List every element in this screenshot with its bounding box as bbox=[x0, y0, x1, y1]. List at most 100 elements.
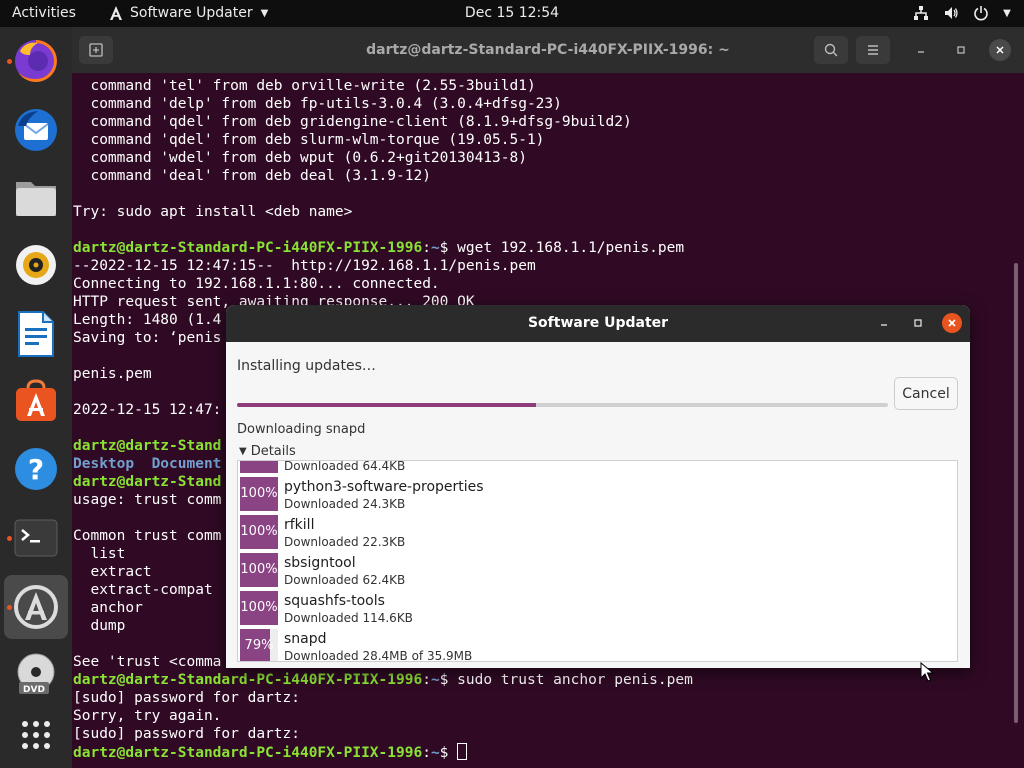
terminal-line: [sudo] password for dartz: bbox=[73, 726, 300, 742]
command-text: $ wget 192.168.1.1/penis.pem bbox=[439, 240, 685, 256]
terminal-line: command 'qdel' from deb slurm-wlm-torque… bbox=[73, 132, 545, 148]
text-cursor bbox=[457, 743, 468, 760]
dock-thunderbird[interactable] bbox=[4, 98, 68, 162]
firefox-icon bbox=[15, 40, 57, 82]
package-size: Downloaded 114.6KB bbox=[284, 611, 413, 625]
dock-libreoffice-writer[interactable] bbox=[4, 302, 68, 366]
prompt-path: ~ bbox=[430, 240, 440, 256]
terminal-title: dartz@dartz-Standard-PC-i440FX-PIIX-1996… bbox=[366, 42, 730, 58]
dialog-body: Installing updates… Cancel Downloading s… bbox=[226, 342, 970, 668]
dialog-header-bar[interactable]: Software Updater bbox=[226, 305, 970, 342]
chevron-down-icon[interactable]: ▼ bbox=[1002, 4, 1012, 22]
volume-icon[interactable] bbox=[942, 4, 960, 22]
terminal-line: Desktop Document bbox=[73, 455, 221, 473]
terminal-line: Sorry, try again. bbox=[73, 708, 222, 724]
dir-entry: Desktop bbox=[73, 456, 135, 472]
scrollbar[interactable] bbox=[1014, 263, 1018, 723]
package-name: squashfs-tools bbox=[284, 593, 385, 609]
hamburger-menu-button[interactable] bbox=[856, 36, 890, 64]
dock-terminal[interactable] bbox=[4, 506, 68, 570]
package-percent: 79% bbox=[244, 638, 274, 653]
package-progress: 100% bbox=[240, 591, 278, 625]
details-expander[interactable]: ▼ Details bbox=[239, 444, 296, 459]
running-indicator bbox=[7, 59, 12, 64]
terminal-header-bar[interactable]: dartz@dartz-Standard-PC-i440FX-PIIX-1996… bbox=[72, 27, 1024, 73]
maximize-button[interactable] bbox=[950, 39, 972, 61]
list-item: 100% python3-software-properties Downloade… bbox=[240, 476, 954, 514]
dock-firefox[interactable] bbox=[4, 29, 68, 93]
terminal-line: command 'deal' from deb deal (3.1.9-12) bbox=[73, 168, 431, 184]
list-item: 100% squashfs-tools Downloaded 114.6KB bbox=[240, 590, 954, 628]
minimize-button[interactable] bbox=[874, 313, 894, 333]
rhythmbox-icon bbox=[16, 245, 56, 285]
package-percent: 100% bbox=[240, 486, 278, 501]
package-name: sbsigntool bbox=[284, 555, 356, 571]
dock-dvd[interactable]: DVD bbox=[4, 643, 68, 707]
terminal-line: Saving to: ‘penis bbox=[73, 330, 222, 346]
help-icon: ? bbox=[15, 448, 57, 490]
dock-rhythmbox[interactable] bbox=[4, 233, 68, 297]
search-button[interactable] bbox=[814, 36, 848, 64]
system-tray[interactable]: ▼ bbox=[912, 4, 1012, 22]
terminal-line: dartz@dartz-Standard-PC-i440FX-PIIX-1996… bbox=[73, 240, 685, 256]
terminal-line: See 'trust <comma bbox=[73, 654, 222, 670]
package-progress: 100% bbox=[240, 553, 278, 587]
minimize-button[interactable] bbox=[910, 39, 932, 61]
dock-ubuntu-software[interactable] bbox=[4, 369, 68, 433]
package-list[interactable]: Downloaded 64.4KB 100% python3-software-p… bbox=[237, 460, 958, 662]
running-indicator bbox=[7, 605, 12, 610]
top-bar: Activities Software Updater ▼ Dec 15 12:… bbox=[0, 0, 1024, 27]
terminal-line: Common trust comm bbox=[73, 528, 222, 544]
terminal-line: extract bbox=[73, 564, 152, 580]
close-button[interactable] bbox=[989, 39, 1011, 61]
terminal-line: Length: 1480 (1.4 bbox=[73, 312, 222, 328]
thunderbird-icon bbox=[15, 109, 57, 151]
maximize-button[interactable] bbox=[908, 313, 928, 333]
minimize-icon bbox=[918, 51, 924, 53]
dock-show-applications[interactable] bbox=[4, 703, 68, 767]
prompt-path: ~ bbox=[430, 672, 440, 688]
maximize-icon bbox=[914, 319, 922, 327]
command-text: $ bbox=[439, 745, 458, 761]
clock[interactable]: Dec 15 12:54 bbox=[465, 5, 559, 21]
triangle-down-icon: ▼ bbox=[239, 446, 247, 457]
activities-button[interactable]: Activities bbox=[12, 5, 76, 21]
terminal-line: Try: sudo apt install <deb name> bbox=[73, 204, 353, 220]
svg-text:DVD: DVD bbox=[23, 685, 45, 695]
dialog-title: Software Updater bbox=[527, 315, 669, 331]
terminal-line: command 'wdel' from deb wput (0.6.2+git2… bbox=[73, 150, 527, 166]
software-updater-dialog: Software Updater Installing updates… Can… bbox=[226, 305, 970, 668]
running-indicator bbox=[7, 536, 12, 541]
list-item: 79% snapd Downloaded 28.4MB of 35.9MB bbox=[240, 628, 954, 662]
command-text: $ sudo trust anchor penis.pem bbox=[439, 672, 693, 688]
package-percent: 100% bbox=[240, 600, 278, 615]
package-progress: 79% bbox=[240, 629, 278, 661]
new-tab-button[interactable] bbox=[79, 36, 113, 64]
terminal-line: dump bbox=[73, 618, 126, 634]
terminal-line: command 'tel' from deb orville-write (2.… bbox=[73, 78, 536, 94]
terminal-line: penis.pem bbox=[73, 366, 152, 382]
app-menu[interactable]: Software Updater ▼ bbox=[108, 5, 268, 21]
prompt-user: dartz@dartz-Standard-PC-i440FX-PIIX-1996 bbox=[73, 745, 423, 761]
current-task-text: Downloading snapd bbox=[237, 422, 366, 437]
package-size: Downloaded 28.4MB of 35.9MB bbox=[284, 649, 473, 662]
app-menu-label: Software Updater bbox=[130, 5, 253, 21]
dock-software-updater[interactable] bbox=[4, 575, 68, 639]
prompt-user: dartz@dartz-Standard-PC-i440FX-PIIX-1996 bbox=[73, 240, 423, 256]
dock-files[interactable] bbox=[4, 166, 68, 230]
terminal-line: command 'qdel' from deb gridengine-clien… bbox=[73, 114, 632, 130]
package-name: python3-software-properties bbox=[284, 479, 484, 495]
terminal-line: dartz@dartz-Stand bbox=[73, 438, 222, 454]
package-progress: 100% bbox=[240, 515, 278, 549]
power-icon[interactable] bbox=[972, 4, 990, 22]
cancel-button[interactable]: Cancel bbox=[894, 377, 958, 410]
show-applications-icon bbox=[22, 721, 50, 749]
close-button[interactable] bbox=[942, 313, 962, 333]
network-icon[interactable] bbox=[912, 4, 930, 22]
dock-help[interactable]: ? bbox=[4, 437, 68, 501]
minimize-icon bbox=[881, 324, 887, 326]
search-icon bbox=[824, 43, 838, 57]
prompt-path: ~ bbox=[430, 745, 440, 761]
terminal-line: dartz@dartz-Standard-PC-i440FX-PIIX-1996… bbox=[73, 743, 468, 761]
package-name: snapd bbox=[284, 631, 327, 647]
